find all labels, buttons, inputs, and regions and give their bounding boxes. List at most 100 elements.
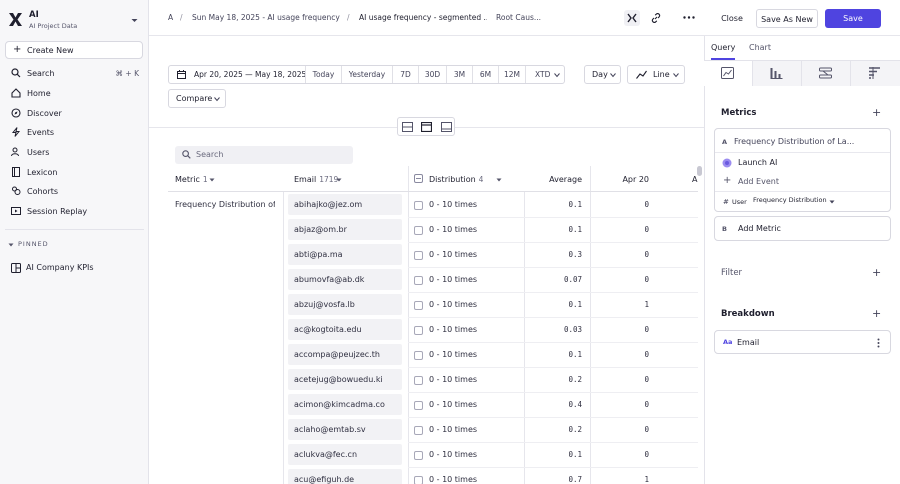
link-icon [651,13,661,23]
report-type-insights-button[interactable] [704,61,753,86]
chevron-down-icon[interactable] [829,199,835,205]
average-cell: 0.1 [568,300,582,309]
report-type-flows-button[interactable] [802,61,851,86]
more-options-button[interactable] [681,10,697,26]
plus-icon[interactable]: + [723,175,731,186]
range-today-button[interactable]: Today [305,66,341,83]
table-search-input[interactable]: Search [175,146,353,164]
column-header-next-date[interactable]: A [692,175,697,184]
breadcrumb-report[interactable]: AI usage frequency - segmented ... [359,13,487,22]
metric-cell[interactable]: Frequency Distribution of ... [175,200,275,209]
create-new-button[interactable]: + Create New [5,41,143,59]
compare-dropdown[interactable]: Compare [168,89,226,108]
ai-assist-button[interactable] [624,10,640,26]
range-3m-button[interactable]: 3M [446,66,472,83]
email-cell[interactable]: abjaz@om.br [288,219,402,240]
email-cell[interactable]: acu@efiguh.de [288,469,402,484]
range-6m-button[interactable]: 6M [472,66,498,83]
row-checkbox[interactable] [414,426,423,435]
email-cell[interactable]: accompa@peujzec.th [288,344,402,365]
breadcrumb-board[interactable]: Sun May 18, 2025 - AI usage frequency ..… [192,13,340,22]
sidebar-item-lexicon[interactable]: Lexicon [5,164,143,181]
row-checkbox[interactable] [414,351,423,360]
chevron-down-icon[interactable] [336,177,342,183]
average-cell: 0.1 [568,200,582,209]
chevron-down-icon[interactable] [209,177,215,183]
email-cell[interactable]: abumovfa@ab.dk [288,269,402,290]
sidebar-item-label: Events [27,128,55,137]
range-12m-button[interactable]: 12M [498,66,525,83]
add-metric-plus-icon[interactable]: + [872,106,881,119]
row-checkbox[interactable] [414,401,423,410]
column-header-distribution[interactable]: Distribution 4 [429,175,483,184]
row-checkbox[interactable] [414,376,423,385]
email-cell[interactable]: acimon@kimcadma.co [288,394,402,415]
metric-a-title[interactable]: Frequency Distribution of La... [734,137,854,146]
email-cell[interactable]: aclukva@fec.cn [288,444,402,465]
pinned-section-title[interactable]: PINNED [18,240,49,248]
row-checkbox[interactable] [414,226,423,235]
range-7d-button[interactable]: 7D [392,66,418,83]
email-cell[interactable]: acetejug@bowuedu.ki [288,369,402,390]
range-30d-button[interactable]: 30D [418,66,446,83]
report-type-funnels-button[interactable] [753,61,802,86]
tab-query[interactable]: Query [711,43,735,52]
org-name[interactable]: AI [29,10,39,20]
save-button[interactable]: Save [825,9,881,28]
pinned-item-ai-company-kpis[interactable]: AI Company KPIs [5,259,143,276]
copy-link-button[interactable] [648,10,664,26]
date-range-picker[interactable]: Apr 20, 2025 — May 18, 2025 [169,66,306,83]
select-all-checkbox[interactable] [414,174,423,183]
tab-chart[interactable]: Chart [749,43,771,52]
column-header-average[interactable]: Average [526,175,582,184]
table-scrollbar[interactable] [697,166,702,176]
chart-type-dropdown[interactable]: Line [627,65,685,84]
sidebar-item-session-replay[interactable]: Session Replay [5,203,143,220]
layout-chart-only-icon[interactable] [441,122,452,132]
sidebar-item-events[interactable]: Events [5,124,143,141]
breadcrumb-root[interactable]: A [168,13,173,22]
chevron-down-icon[interactable] [8,242,14,248]
save-as-new-button[interactable]: Save As New [756,9,818,28]
layout-split-icon[interactable] [421,122,432,132]
interval-dropdown[interactable]: Day [584,65,621,84]
add-event-button[interactable]: Add Event [738,177,779,186]
add-breakdown-plus-icon[interactable]: + [872,307,881,320]
column-header-apr-20[interactable]: Apr 20 [600,175,649,184]
row-checkbox[interactable] [414,301,423,310]
measure-type-dropdown[interactable]: Frequency Distribution [749,196,838,207]
email-cell[interactable]: ac@kogtoita.edu [288,319,402,340]
metric-a-event[interactable]: Launch AI [738,158,777,167]
report-type-retention-button[interactable] [851,61,900,86]
sidebar-item-cohorts[interactable]: Cohorts [5,183,143,200]
row-checkbox[interactable] [414,476,423,484]
chevron-down-icon[interactable] [131,17,138,24]
email-cell[interactable]: abti@pa.ma [288,244,402,265]
row-checkbox[interactable] [414,201,423,210]
breakdown-card-email[interactable]: Aa Email [714,330,891,354]
project-name[interactable]: AI Project Data [29,22,77,30]
range-yesterday-button[interactable]: Yesterday [341,66,392,83]
more-vertical-icon[interactable] [877,338,880,348]
breadcrumb-tab[interactable]: Root Caus... [496,13,544,22]
add-metric-button[interactable]: Add Metric [738,224,781,233]
chevron-down-icon[interactable] [496,177,502,183]
row-checkbox[interactable] [414,326,423,335]
column-header-metric[interactable]: Metric 1 [175,175,208,184]
row-checkbox[interactable] [414,451,423,460]
range-xtd-dropdown[interactable]: XTD [525,66,564,83]
add-filter-plus-icon[interactable]: + [872,266,881,279]
sidebar-item-home[interactable]: Home [5,85,143,102]
column-header-email[interactable]: Email 1719 [294,175,338,184]
row-checkbox[interactable] [414,276,423,285]
email-cell[interactable]: aclaho@emtab.sv [288,419,402,440]
layout-table-only-icon[interactable] [402,122,413,132]
email-cell[interactable]: abzuj@vosfa.lb [288,294,402,315]
email-cell[interactable]: abihajko@jez.om [288,194,402,215]
row-checkbox[interactable] [414,251,423,260]
close-button[interactable]: Close [713,9,751,28]
sidebar-item-search[interactable]: Search ⌘ + K [5,65,143,82]
sidebar-item-discover[interactable]: Discover [5,105,143,122]
sidebar-item-users[interactable]: Users [5,144,143,161]
metric-card-b[interactable]: B Add Metric [714,216,891,241]
